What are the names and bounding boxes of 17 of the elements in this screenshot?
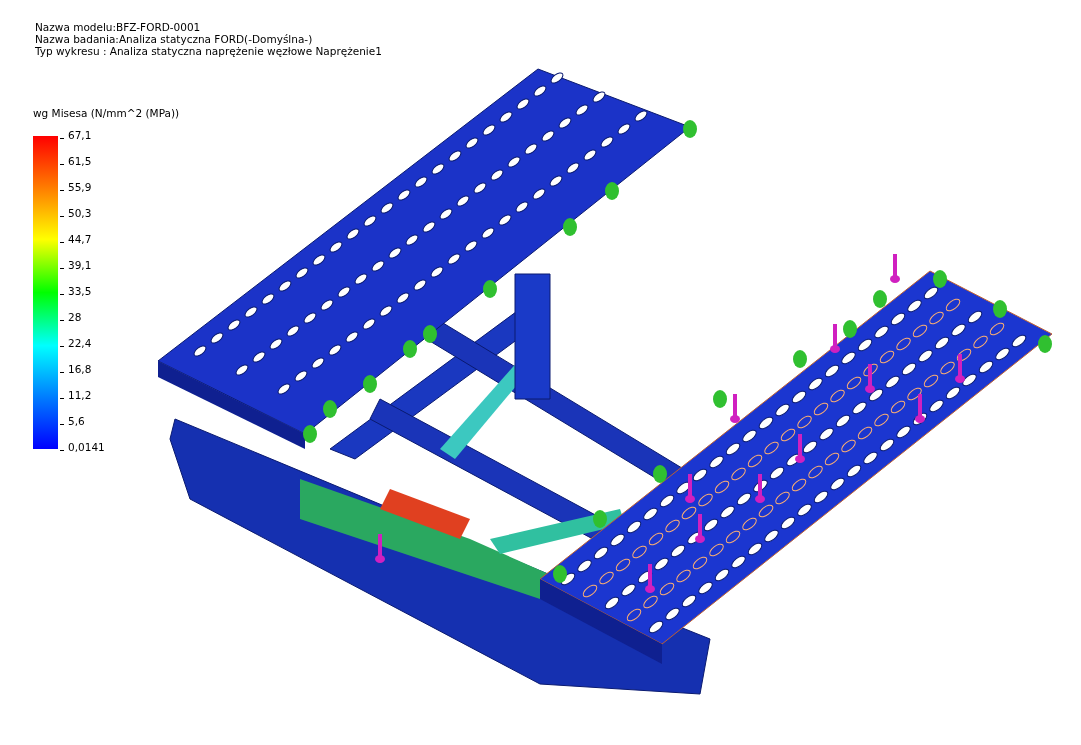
scale-label: 61,5 bbox=[68, 155, 92, 168]
info-text: Nazwa modelu:BFZ-FORD-0001 bbox=[35, 21, 201, 33]
scale-label: 11,2 bbox=[68, 389, 92, 402]
scale-label: 67,1 bbox=[68, 129, 92, 142]
scale-label: 44,7 bbox=[68, 233, 92, 246]
scale-label: 16,8 bbox=[68, 363, 92, 376]
scale-label: 28 bbox=[68, 311, 82, 324]
scale-label: 33,5 bbox=[68, 285, 92, 298]
scale-label: 22,4 bbox=[68, 337, 92, 350]
scale-label: 5,6 bbox=[68, 415, 85, 428]
info-text: Typ wykresu : Analiza statyczna naprężenie węzłowe Naprężenie1 bbox=[35, 45, 382, 57]
scale-label: 39,1 bbox=[68, 259, 92, 272]
info-text: Nazwa badania:Analiza statyczna FORD(-Domyślna-) bbox=[35, 33, 313, 45]
scale-label: 50,3 bbox=[68, 207, 92, 220]
legend-title: wg Misesa (N/mm^2 (MPa)) bbox=[33, 107, 180, 119]
scale-label: 0,0141 bbox=[68, 441, 105, 454]
scale-label: 55,9 bbox=[68, 181, 92, 194]
